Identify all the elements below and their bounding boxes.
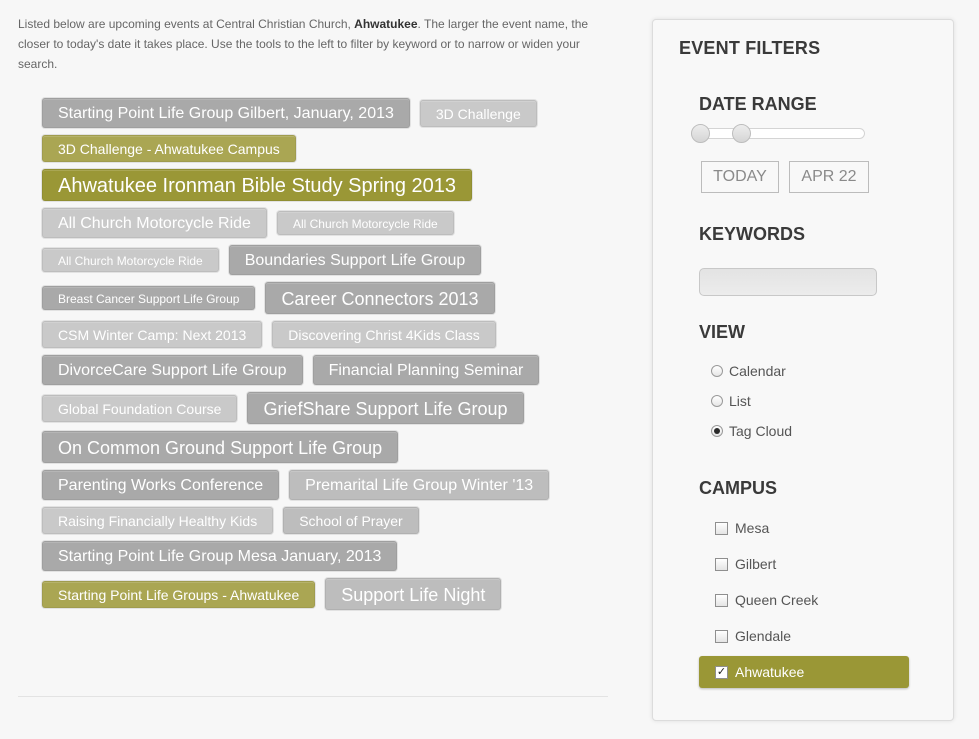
- tag-row: Parenting Works Conference Premarital Li…: [42, 470, 602, 500]
- event-tag[interactable]: DivorceCare Support Life Group: [42, 355, 303, 385]
- filters-title: EVENT FILTERS: [679, 38, 821, 58]
- keywords-input[interactable]: [699, 268, 877, 296]
- event-tag[interactable]: All Church Motorcycle Ride: [42, 208, 267, 238]
- event-tag[interactable]: GriefShare Support Life Group: [247, 392, 524, 424]
- event-tag[interactable]: Starting Point Life Group Mesa January, …: [42, 541, 398, 571]
- checkbox-checked[interactable]: ✓: [715, 665, 728, 679]
- tag-row: Starting Point Life Groups - Ahwatukee S…: [42, 578, 602, 610]
- campus-option-glendale[interactable]: Glendale: [715, 626, 791, 646]
- event-filters-panel: EVENT FILTERS DATE RANGE TODAY APR 22 KE…: [652, 19, 954, 721]
- event-tag[interactable]: Starting Point Life Group Gilbert, Janua…: [42, 98, 410, 128]
- event-tag[interactable]: Raising Financially Healthy Kids: [42, 507, 274, 534]
- campus-option-mesa[interactable]: Mesa: [715, 518, 769, 538]
- campus-option-gilbert[interactable]: Gilbert: [715, 554, 776, 574]
- date-range-end-handle[interactable]: [732, 124, 751, 143]
- event-tag[interactable]: Career Connectors 2013: [265, 282, 495, 314]
- checkbox[interactable]: [715, 593, 728, 607]
- tag-row: Starting Point Life Group Mesa January, …: [42, 541, 602, 571]
- event-tag[interactable]: School of Prayer: [283, 507, 419, 534]
- event-tag[interactable]: Discovering Christ 4Kids Class: [272, 321, 496, 348]
- tag-row: Starting Point Life Group Gilbert, Janua…: [42, 98, 602, 128]
- intro-text-before: Listed below are upcoming events at Cent…: [18, 17, 355, 31]
- tag-row: All Church Motorcycle Ride All Church Mo…: [42, 208, 602, 238]
- event-tag[interactable]: Global Foundation Course: [42, 394, 238, 422]
- event-tag[interactable]: Boundaries Support Life Group: [228, 245, 482, 275]
- event-tag[interactable]: 3D Challenge: [419, 99, 537, 127]
- tag-row: Global Foundation Course GriefShare Supp…: [42, 392, 602, 424]
- event-tag[interactable]: 3D Challenge - Ahwatukee Campus: [42, 135, 296, 162]
- tag-row: Breast Cancer Support Life Group Career …: [42, 282, 602, 314]
- tag-row: All Church Motorcycle Ride Boundaries Su…: [42, 245, 602, 275]
- date-range-slider-track[interactable]: [691, 128, 865, 139]
- campus-option-ahwatukee[interactable]: ✓ Ahwatukee: [699, 656, 909, 688]
- event-tag[interactable]: All Church Motorcycle Ride: [42, 248, 219, 272]
- intro-text: Listed below are upcoming events at Cent…: [18, 14, 618, 74]
- view-heading: VIEW: [699, 322, 746, 342]
- date-range-start-handle[interactable]: [691, 124, 710, 143]
- check-mark-icon: ✓: [716, 665, 727, 678]
- checkbox[interactable]: [715, 521, 728, 535]
- view-option-tag-cloud[interactable]: Tag Cloud: [711, 421, 792, 441]
- view-option-list[interactable]: List: [711, 391, 751, 411]
- event-tag[interactable]: Starting Point Life Groups - Ahwatukee: [42, 580, 316, 608]
- campus-heading: CAMPUS: [699, 478, 778, 498]
- event-tag[interactable]: Support Life Night: [325, 578, 502, 610]
- tag-row: 3D Challenge - Ahwatukee Campus: [42, 135, 602, 162]
- event-tag[interactable]: Parenting Works Conference: [42, 470, 280, 500]
- campus-option-queen-creek[interactable]: Queen Creek: [715, 590, 818, 610]
- tag-row: Ahwatukee Ironman Bible Study Spring 201…: [42, 169, 602, 201]
- radio-button[interactable]: [711, 365, 723, 377]
- keywords-heading: KEYWORDS: [699, 224, 806, 244]
- event-tag[interactable]: Ahwatukee Ironman Bible Study Spring 201…: [42, 169, 473, 201]
- radio-button[interactable]: [711, 395, 723, 407]
- tag-row: CSM Winter Camp: Next 2013 Discovering C…: [42, 321, 602, 348]
- event-tag[interactable]: On Common Ground Support Life Group: [42, 431, 399, 463]
- intro-campus-name: Ahwatukee: [354, 17, 418, 31]
- event-tag[interactable]: Premarital Life Group Winter '13: [289, 470, 550, 500]
- checkbox[interactable]: [715, 557, 728, 571]
- tag-row: Raising Financially Healthy Kids School …: [42, 507, 602, 534]
- date-start-box[interactable]: TODAY: [701, 161, 779, 193]
- checkbox[interactable]: [715, 629, 728, 643]
- view-option-calendar[interactable]: Calendar: [711, 361, 786, 381]
- radio-button-selected[interactable]: [711, 425, 723, 437]
- event-tag[interactable]: Breast Cancer Support Life Group: [42, 286, 256, 310]
- date-range-heading: DATE RANGE: [699, 94, 817, 114]
- event-tag-cloud: Starting Point Life Group Gilbert, Janua…: [42, 98, 602, 617]
- content-divider: [18, 696, 608, 697]
- tag-row: DivorceCare Support Life Group Financial…: [42, 355, 602, 385]
- event-tag[interactable]: All Church Motorcycle Ride: [276, 211, 454, 235]
- event-tag[interactable]: Financial Planning Seminar: [312, 355, 540, 385]
- event-tag[interactable]: CSM Winter Camp: Next 2013: [42, 321, 263, 348]
- date-end-box[interactable]: APR 22: [789, 161, 869, 193]
- tag-row: On Common Ground Support Life Group: [42, 431, 602, 463]
